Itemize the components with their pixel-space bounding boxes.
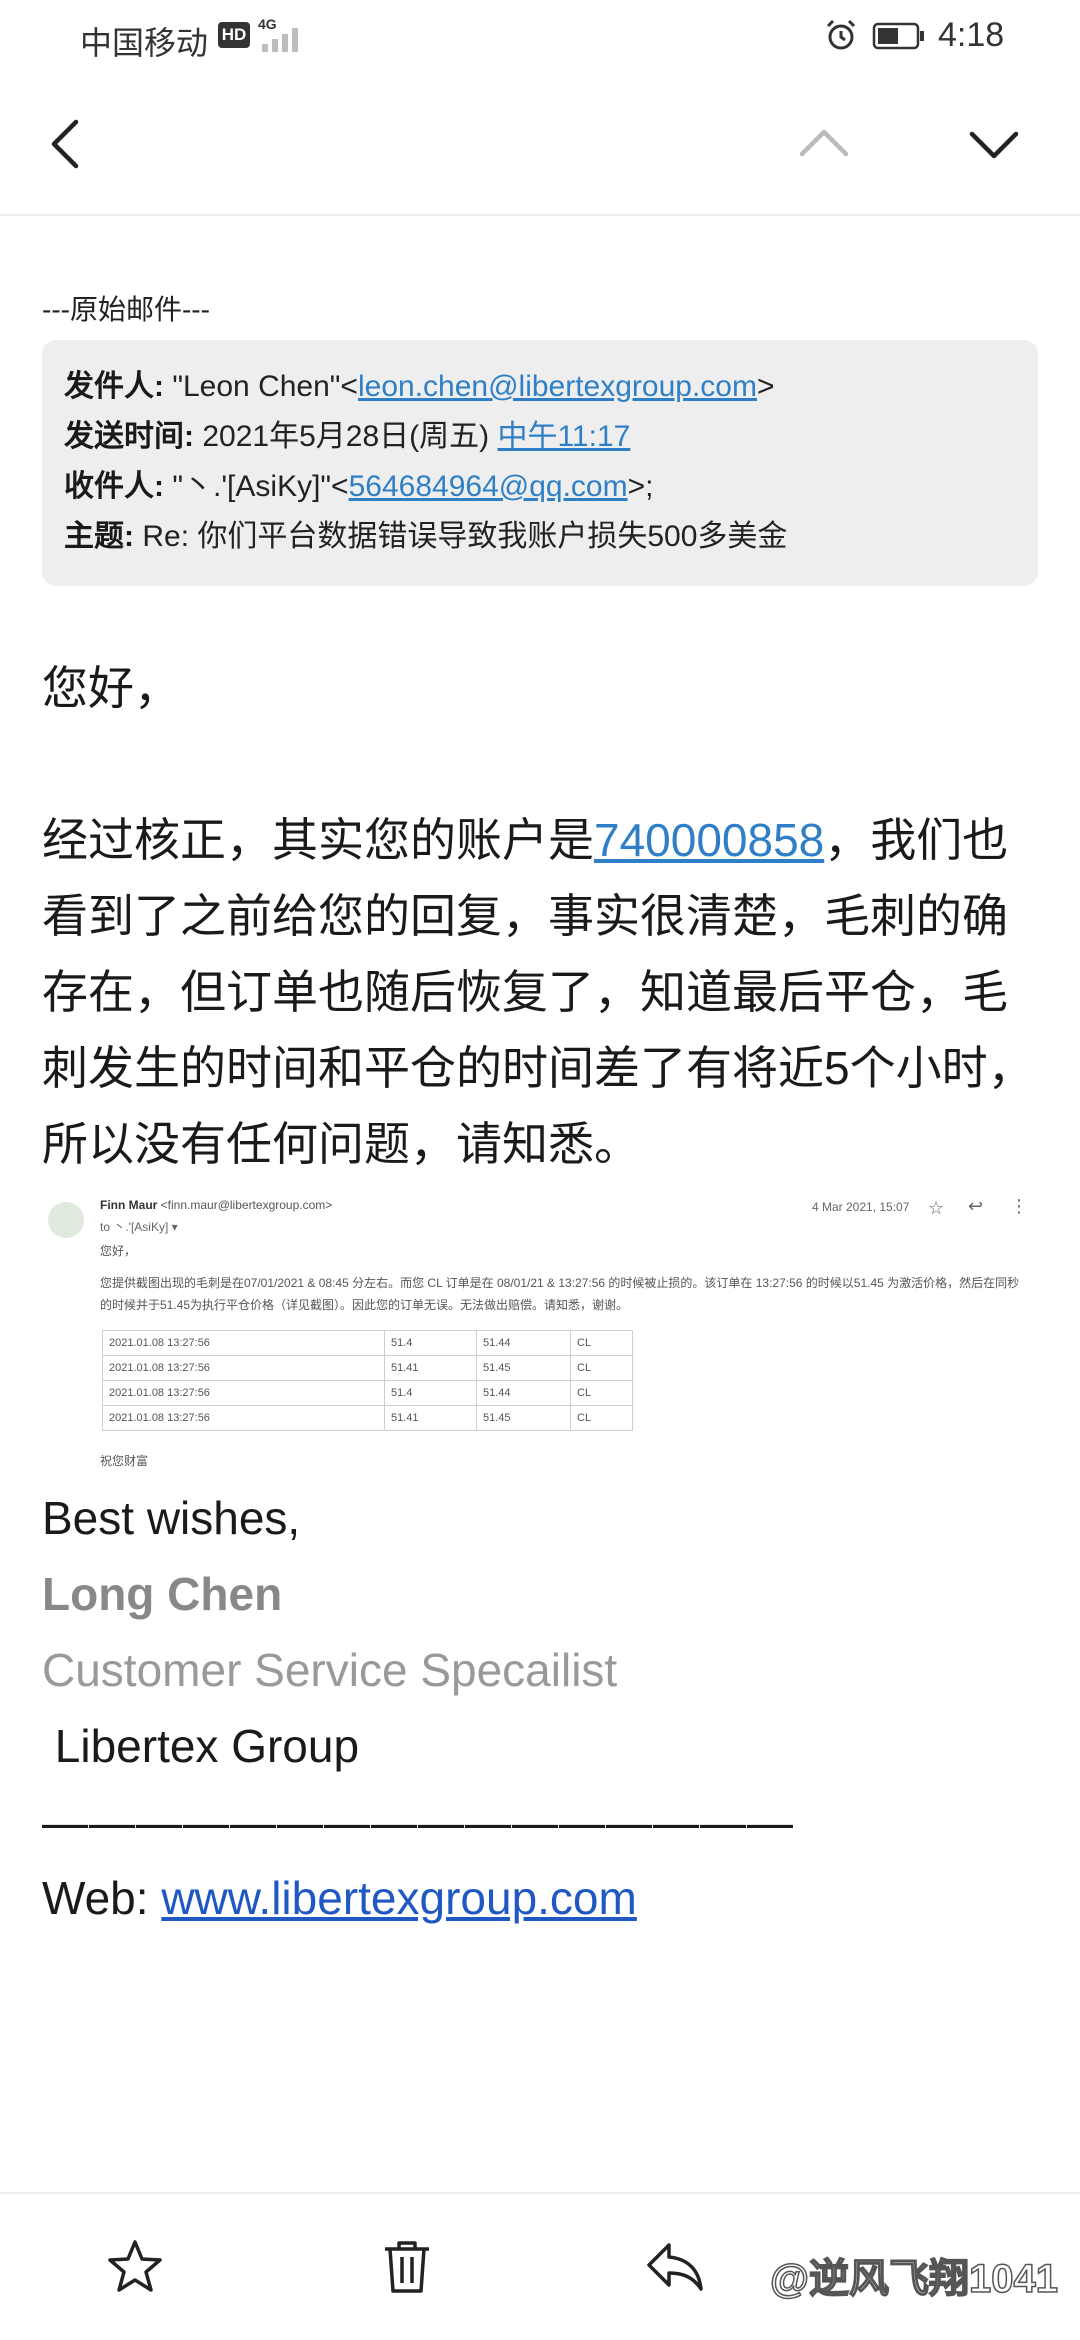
table-cell: 51.44 [476, 1380, 571, 1406]
web-label: Web: [42, 1872, 162, 1924]
from-close: > [756, 370, 775, 403]
hd-badge: HD [218, 22, 250, 48]
carrier-name: 中国移动 [80, 25, 209, 61]
to-line: 收件人: "丶.'[AsiKy]"<564684964@qq.com>; [64, 462, 1014, 512]
email-body: ---原始邮件--- 发件人: "Leon Chen"<leon.chen@li… [42, 290, 1038, 1936]
sent-line: 发送时间: 2021年5月28日(周五) 中午11:17 [64, 412, 1014, 462]
embedded-sender-email: <finn.maur@libertexgroup.com> [160, 1198, 333, 1212]
star-icon [108, 2240, 162, 2292]
subject-line: 主题: Re: 你们平台数据错误导致我账户损失500多美金 [64, 512, 1014, 562]
signature-wishes: Best wishes, [42, 1492, 301, 1544]
signature-company: Libertex Group [42, 1720, 360, 1772]
table-cell: 51.41 [384, 1405, 477, 1431]
table-cell: 51.45 [476, 1405, 571, 1431]
from-label: 发件人: [64, 370, 164, 403]
body-text-after: ，我们也看到了之前给您的回复，事实很清楚，毛刺的确存在，但订单也随后恢复了，知道… [42, 814, 1034, 1170]
chevron-left-icon [51, 119, 79, 169]
sent-label: 发送时间: [64, 420, 194, 453]
star-icon: ☆ [928, 1198, 945, 1218]
embedded-greeting: 您好， [100, 1244, 137, 1258]
bottom-action-bar: @逆风飞翔1041 [0, 2192, 1080, 2340]
embedded-sender-name: Finn Maur [100, 1198, 158, 1212]
quoted-header: 发件人: "Leon Chen"<leon.chen@libertexgroup… [42, 340, 1038, 586]
more-icon: ⋮ [1010, 1196, 1028, 1216]
to-name: "丶.'[AsiKy]"< [172, 470, 349, 503]
delete-button[interactable] [372, 2232, 442, 2302]
greeting: 您好， [42, 662, 180, 714]
signature-title: Customer Service Specailist [42, 1644, 618, 1696]
embedded-date: 4 Mar 2021, 15:07 [812, 1200, 910, 1214]
reply-icon [647, 2243, 703, 2291]
table-cell: CL [570, 1330, 633, 1356]
alarm-icon [824, 18, 858, 52]
table-cell: CL [570, 1405, 633, 1431]
previous-email-button[interactable] [788, 108, 860, 180]
from-name: "Leon Chen"< [172, 370, 358, 403]
reply-icon: ↩ [968, 1196, 984, 1216]
table-cell: 51.45 [476, 1355, 571, 1381]
from-line: 发件人: "Leon Chen"<leon.chen@libertexgroup… [64, 362, 1014, 412]
next-email-button[interactable] [958, 108, 1030, 180]
chevron-up-icon [799, 129, 849, 157]
chevron-down-icon [969, 131, 1019, 159]
sent-time-link[interactable]: 中午11:17 [497, 420, 630, 453]
trash-icon [385, 2241, 429, 2293]
to-label: 收件人: [64, 470, 164, 503]
avatar [48, 1202, 84, 1238]
back-button[interactable] [30, 108, 102, 180]
table-cell: 51.41 [384, 1355, 477, 1381]
table-row: 2021.01.08 13:27:56 51.4 51.44 CL [102, 1330, 633, 1356]
table-row: 2021.01.08 13:27:56 51.41 51.45 CL [102, 1355, 633, 1381]
to-email-link[interactable]: 564684964@qq.com [349, 470, 628, 503]
signal-icon [262, 28, 312, 52]
embedded-sender: Finn Maur <finn.maur@libertexgroup.com> [100, 1198, 332, 1212]
table-cell: 2021.01.08 13:27:56 [102, 1355, 385, 1381]
table-cell: 2021.01.08 13:27:56 [102, 1380, 385, 1406]
table-cell: 51.4 [384, 1330, 477, 1356]
table-cell: 2021.01.08 13:27:56 [102, 1405, 385, 1431]
website-link[interactable]: www.libertexgroup.com [161, 1872, 637, 1924]
embedded-screenshot: Finn Maur <finn.maur@libertexgroup.com> … [42, 1190, 1038, 1480]
original-email-label: ---原始邮件--- [42, 294, 210, 325]
embedded-table: 2021.01.08 13:27:56 51.4 51.44 CL 2021.01.0… [102, 1330, 633, 1431]
subject-text: Re: 你们平台数据错误导致我账户损失500多美金 [142, 520, 788, 553]
signature-web: Web: www.libertexgroup.com [42, 1860, 1038, 1936]
account-number-link[interactable]: 740000858 [594, 814, 824, 866]
star-button[interactable] [100, 2232, 170, 2302]
table-cell: 51.44 [476, 1330, 571, 1356]
watermark: @逆风飞翔1041 [769, 2256, 1059, 2302]
status-bar: 中国移动 HD 4G 4:18 [0, 0, 1080, 72]
subject-label: 主题: [64, 520, 134, 553]
table-row: 2021.01.08 13:27:56 51.41 51.45 CL [102, 1405, 633, 1431]
table-cell: 51.4 [384, 1380, 477, 1406]
sent-date: 2021年5月28日(周五) [202, 420, 490, 453]
embedded-footer: 祝您财富 [100, 1454, 149, 1468]
embedded-paragraph: 您提供截图出现的毛刺是在07/01/2021 & 08:45 分左右。而您 CL… [100, 1276, 1020, 1312]
toolbar [0, 72, 1080, 216]
clock: 4:18 [938, 16, 1005, 54]
body-text-before: 经过核正，其实您的账户是 [42, 814, 594, 866]
reply-button[interactable] [640, 2232, 710, 2302]
table-row: 2021.01.08 13:27:56 51.4 51.44 CL [102, 1380, 633, 1406]
table-cell: 2021.01.08 13:27:56 [102, 1330, 385, 1356]
signature-name: Long Chen [42, 1568, 283, 1620]
battery-icon [872, 22, 926, 50]
body-paragraph: 经过核正，其实您的账户是740000858，我们也看到了之前给您的回复，事实很清… [42, 802, 1038, 1182]
signature-divider: ———————————————— [42, 1796, 794, 1848]
table-cell: CL [570, 1355, 633, 1381]
embedded-to: to 丶.'[AsiKy] ▾ [100, 1220, 178, 1234]
from-email-link[interactable]: leon.chen@libertexgroup.com [358, 370, 757, 403]
table-cell: CL [570, 1380, 633, 1406]
to-close: >; [627, 470, 654, 503]
